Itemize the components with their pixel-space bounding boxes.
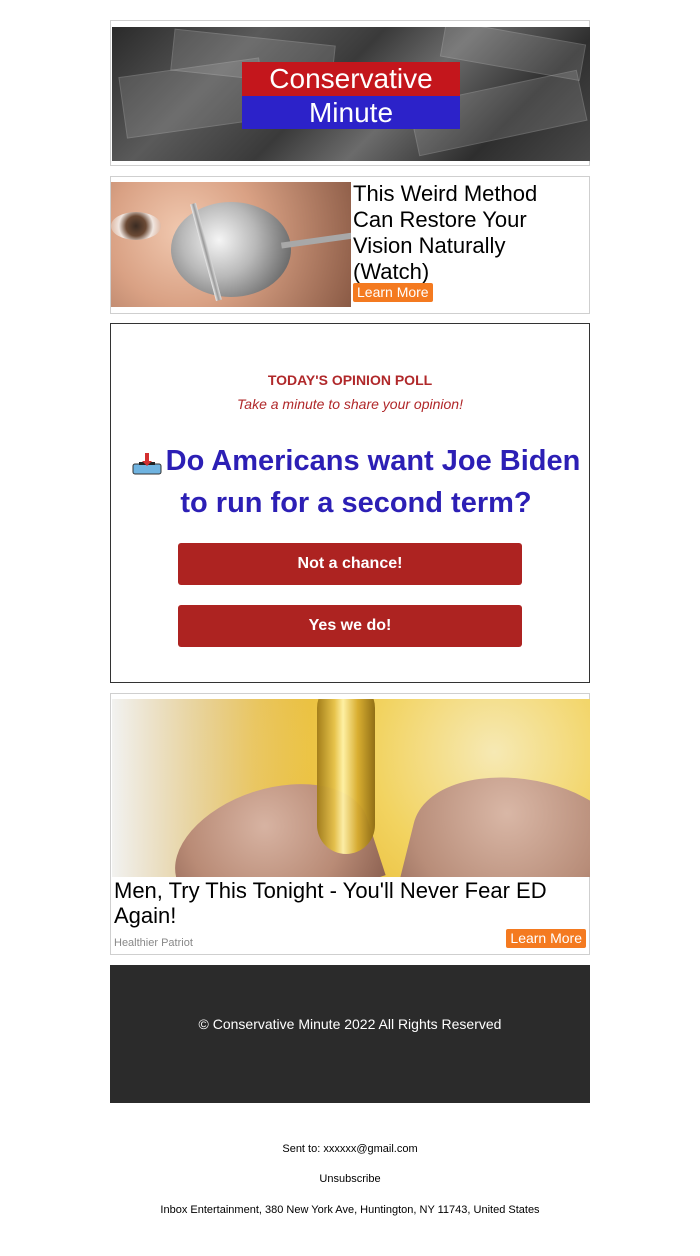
footer-block: © Conservative Minute 2022 All Rights Re…: [110, 965, 590, 1103]
poll-subtitle: Take a minute to share your opinion!: [237, 396, 463, 412]
learn-more-button[interactable]: Learn More: [506, 929, 586, 948]
ad-image-capsule[interactable]: [112, 699, 590, 877]
sponsored-ad-vision[interactable]: This Weird Method Can Restore Your Visio…: [110, 176, 590, 314]
ad-brand-label: Healthier Patriot: [114, 937, 193, 949]
unsubscribe-link[interactable]: Unsubscribe: [0, 1173, 700, 1185]
mailing-address: Inbox Entertainment, 380 New York Ave, H…: [160, 1204, 540, 1216]
logo-text-bottom: Minute: [242, 96, 460, 129]
ad-image-spoon-eye[interactable]: [111, 182, 351, 307]
header-banner-box[interactable]: Conservative Minute: [110, 20, 590, 166]
learn-more-button[interactable]: Learn More: [353, 283, 433, 302]
poll-question: Do Americans want Joe Biden to run for a…: [165, 445, 581, 519]
ad-headline[interactable]: This Weird Method Can Restore Your Visio…: [353, 181, 583, 285]
ad-headline[interactable]: Men, Try This Tonight - You'll Never Fea…: [114, 878, 584, 928]
sponsored-ad-ed[interactable]: Men, Try This Tonight - You'll Never Fea…: [110, 693, 590, 955]
copyright-text: © Conservative Minute 2022 All Rights Re…: [198, 1016, 502, 1032]
sent-to-text: Sent to: xxxxxx@gmail.com: [282, 1143, 418, 1155]
vote-yes-we-do-button[interactable]: Yes we do!: [178, 605, 522, 647]
newspaper-banner-image: Conservative Minute: [112, 27, 590, 161]
poll-kicker: TODAY'S OPINION POLL: [267, 372, 433, 388]
opinion-poll-box: TODAY'S OPINION POLL Take a minute to sh…: [110, 323, 590, 683]
logo-text-top: Conservative: [242, 62, 460, 96]
vote-not-a-chance-button[interactable]: Not a chance!: [178, 543, 522, 585]
